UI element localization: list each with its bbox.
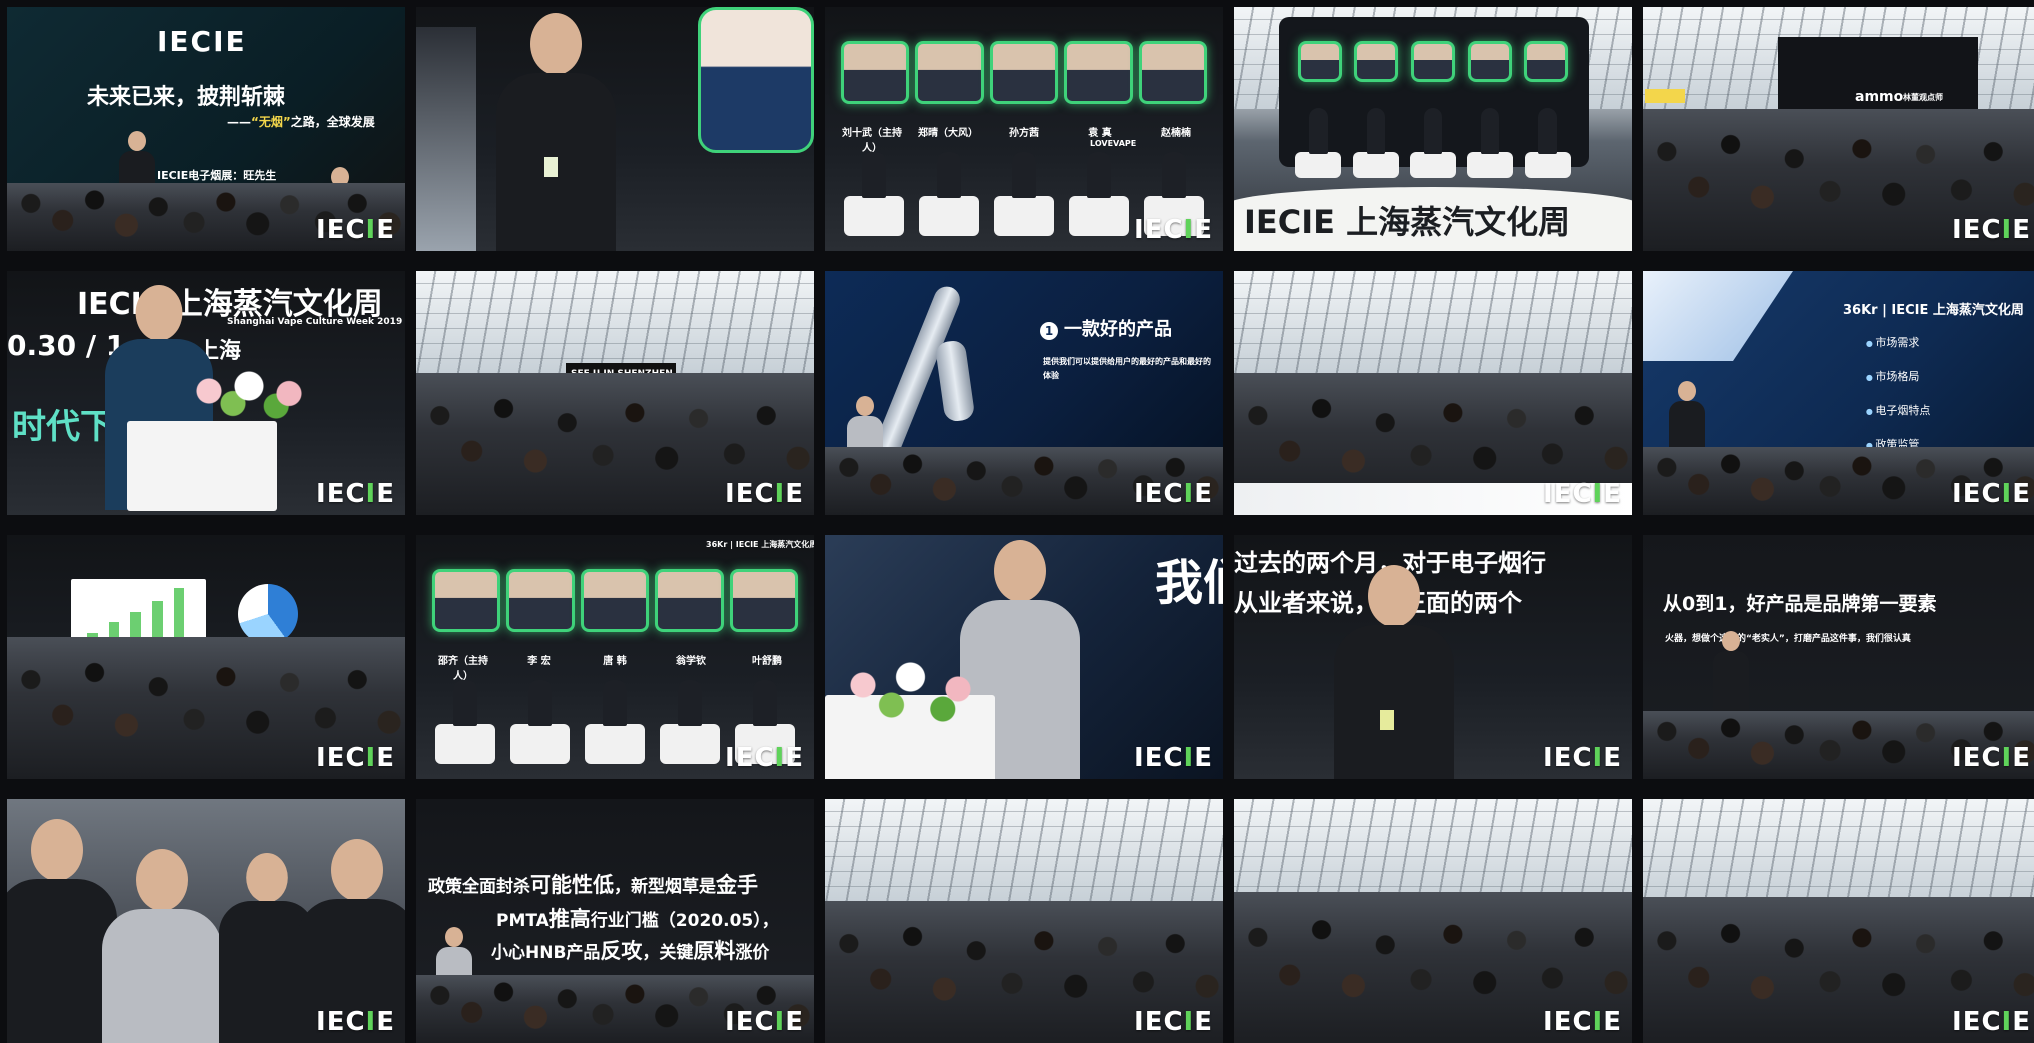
slide-caption: IECIE电子烟展：旺先生 <box>157 169 277 182</box>
slide-sub: 火器，想做个这里的“老实人”，打磨产品这件事，我们很认真 <box>1665 634 1911 644</box>
photo-tile-keynote-slide[interactable]: IECIE 未来已来，披荆斩棘 ——“无烟”之路，全球发展 IECIE电子烟展：… <box>7 7 405 251</box>
photo-tile-host-podium[interactable]: IECIE 上海蒸汽文化周 Shanghai Vape Culture Week… <box>7 271 405 515</box>
watermark-logo: IECIE <box>1134 1007 1213 1037</box>
watermark-logo: IECIE <box>1134 479 1213 509</box>
slide-body: 提供我们可以提供给用户的最好的产品和最好的体验 <box>1043 357 1211 380</box>
slide-line-3: 小心HNB产品反攻，关键原料涨价 <box>491 939 770 963</box>
photo-tile-product-philosophy[interactable]: 从0到1，好产品是品牌第一要素 火器，想做个这里的“老实人”，打磨产品这件事，我… <box>1643 535 2034 779</box>
speaker <box>496 13 616 251</box>
photo-tile-panel-second[interactable]: 36Kr | IECIE 上海蒸汽文化周 邵齐（主持人）李 宏唐 韩翁学钦 叶舒鹏… <box>416 535 814 779</box>
slide-title: 未来已来，披荆斩棘 <box>87 85 286 110</box>
stage-banner: IECIE 上海蒸汽文化周 <box>1244 203 1571 241</box>
slide-line-2: PMTA推高行业门槛（2020.05）， <box>496 907 779 931</box>
watermark-logo: IECIE <box>1952 743 2031 773</box>
watermark-logo: IECIE <box>316 215 395 245</box>
watermark-logo: IECIE <box>1952 215 2031 245</box>
photo-tile-speaker-closeup[interactable] <box>416 7 814 251</box>
watermark-logo: IECIE <box>316 743 395 773</box>
watermark-logo: IECIE <box>1543 1007 1622 1037</box>
screen-sub: 林董观点师 <box>1903 93 1943 102</box>
slide-brand: 36Kr | IECIE 上海蒸汽文化周 <box>1843 303 2024 318</box>
watermark-logo: IECIE <box>1952 1007 2031 1037</box>
watermark-logo: IECIE <box>1543 479 1622 509</box>
watermark-logo: IECIE <box>1134 215 1213 245</box>
stage-sub: Shanghai Vape Culture Week 2019 <box>227 317 403 327</box>
watermark-logo: IECIE <box>725 743 804 773</box>
panel-company: LOVEVAPE <box>1090 139 1137 148</box>
attendee <box>102 849 222 1043</box>
watermark-logo: IECIE <box>316 479 395 509</box>
stage-tagline: 时代下 <box>12 407 114 447</box>
panel-names: 邵齐（主持人）李 宏唐 韩翁学钦 叶舒鹏 <box>438 656 782 683</box>
photo-tile-hall-audience[interactable]: SEE U IN SHENZHEN IECIE <box>416 271 814 515</box>
photo-tile-ammo-stage[interactable]: ammo 林董观点师 IECIE <box>1643 7 2034 251</box>
slide-title: 从0到1，好产品是品牌第一要素 <box>1663 593 1937 615</box>
panel-names: 刘十武（主持人） 郑晴（大风） 孙方茜袁 真赵楠楠 <box>842 128 1191 155</box>
photo-tile-hall-crowd-3[interactable]: IECIE <box>1643 799 2034 1043</box>
watermark-logo: IECIE <box>725 1007 804 1037</box>
slide-big-text: 我们 <box>1155 555 1223 611</box>
photo-tile-policy-slide[interactable]: 政策全面封杀可能性低，新型烟草是金手 PMTA推高行业门槛（2020.05）， … <box>416 799 814 1043</box>
photo-tile-hall-crowd-1[interactable]: IECIE <box>825 799 1223 1043</box>
watermark-logo: IECIE <box>316 1007 395 1037</box>
watermark-logo: IECIE <box>1134 743 1213 773</box>
slide-line-1: 政策全面封杀可能性低，新型烟草是金手 <box>428 873 758 897</box>
watermark-logo: IECIE <box>1543 743 1622 773</box>
photo-tile-seminar-tables[interactable]: IECIE <box>1234 271 1632 515</box>
photo-tile-market-slide[interactable]: 36Kr | IECIE 上海蒸汽文化周 市场需求市场格局电子烟特点政策监管 I… <box>1643 271 2034 515</box>
panel-header: 36Kr | IECIE 上海蒸汽文化周 <box>706 540 814 549</box>
photo-tile-hall-crowd-2[interactable]: IECIE <box>1234 799 1632 1043</box>
photo-tile-data-slide-audience[interactable]: IECIE <box>7 535 405 779</box>
slide-heading: 1 一款好的产品 <box>1040 315 1172 341</box>
photo-tile-panel-wide[interactable]: IECIE 上海蒸汽文化周 <box>1234 7 1632 251</box>
slide-subtitle: ——“无烟”之路，全球发展 <box>227 115 375 129</box>
slide-pie <box>237 583 298 644</box>
attendee <box>7 819 117 1043</box>
watermark-logo: IECIE <box>1952 479 2031 509</box>
slide-brand: IECIE <box>157 25 247 58</box>
photo-tile-female-speaker[interactable]: 过去的两个月，对于电子烟行 从业者来说，太正面的两个 IECIE <box>1234 535 1632 779</box>
speaker <box>1334 565 1454 779</box>
photo-tile-speaker-podium[interactable]: 我们 IECIE <box>825 535 1223 779</box>
photo-grid: IECIE 未来已来，披荆斩棘 ——“无烟”之路，全球发展 IECIE电子烟展：… <box>0 0 2034 1043</box>
panel-seating <box>1290 107 1577 178</box>
photo-tile-audience-closeup[interactable]: IECIE <box>7 799 405 1043</box>
photo-tile-product-slide[interactable]: 1 一款好的产品 提供我们可以提供给用户的最好的产品和最好的体验 IECIE <box>825 271 1223 515</box>
photo-tile-panel-discussion[interactable]: 刘十武（主持人） 郑晴（大风） 孙方茜袁 真赵楠楠 LOVEVAPE IECIE <box>825 7 1223 251</box>
screen-logo: ammo <box>1855 89 1904 105</box>
watermark-logo: IECIE <box>725 479 804 509</box>
panel-portraits <box>1297 41 1569 82</box>
panel-portraits <box>431 569 799 632</box>
panel-portraits <box>840 41 1208 104</box>
